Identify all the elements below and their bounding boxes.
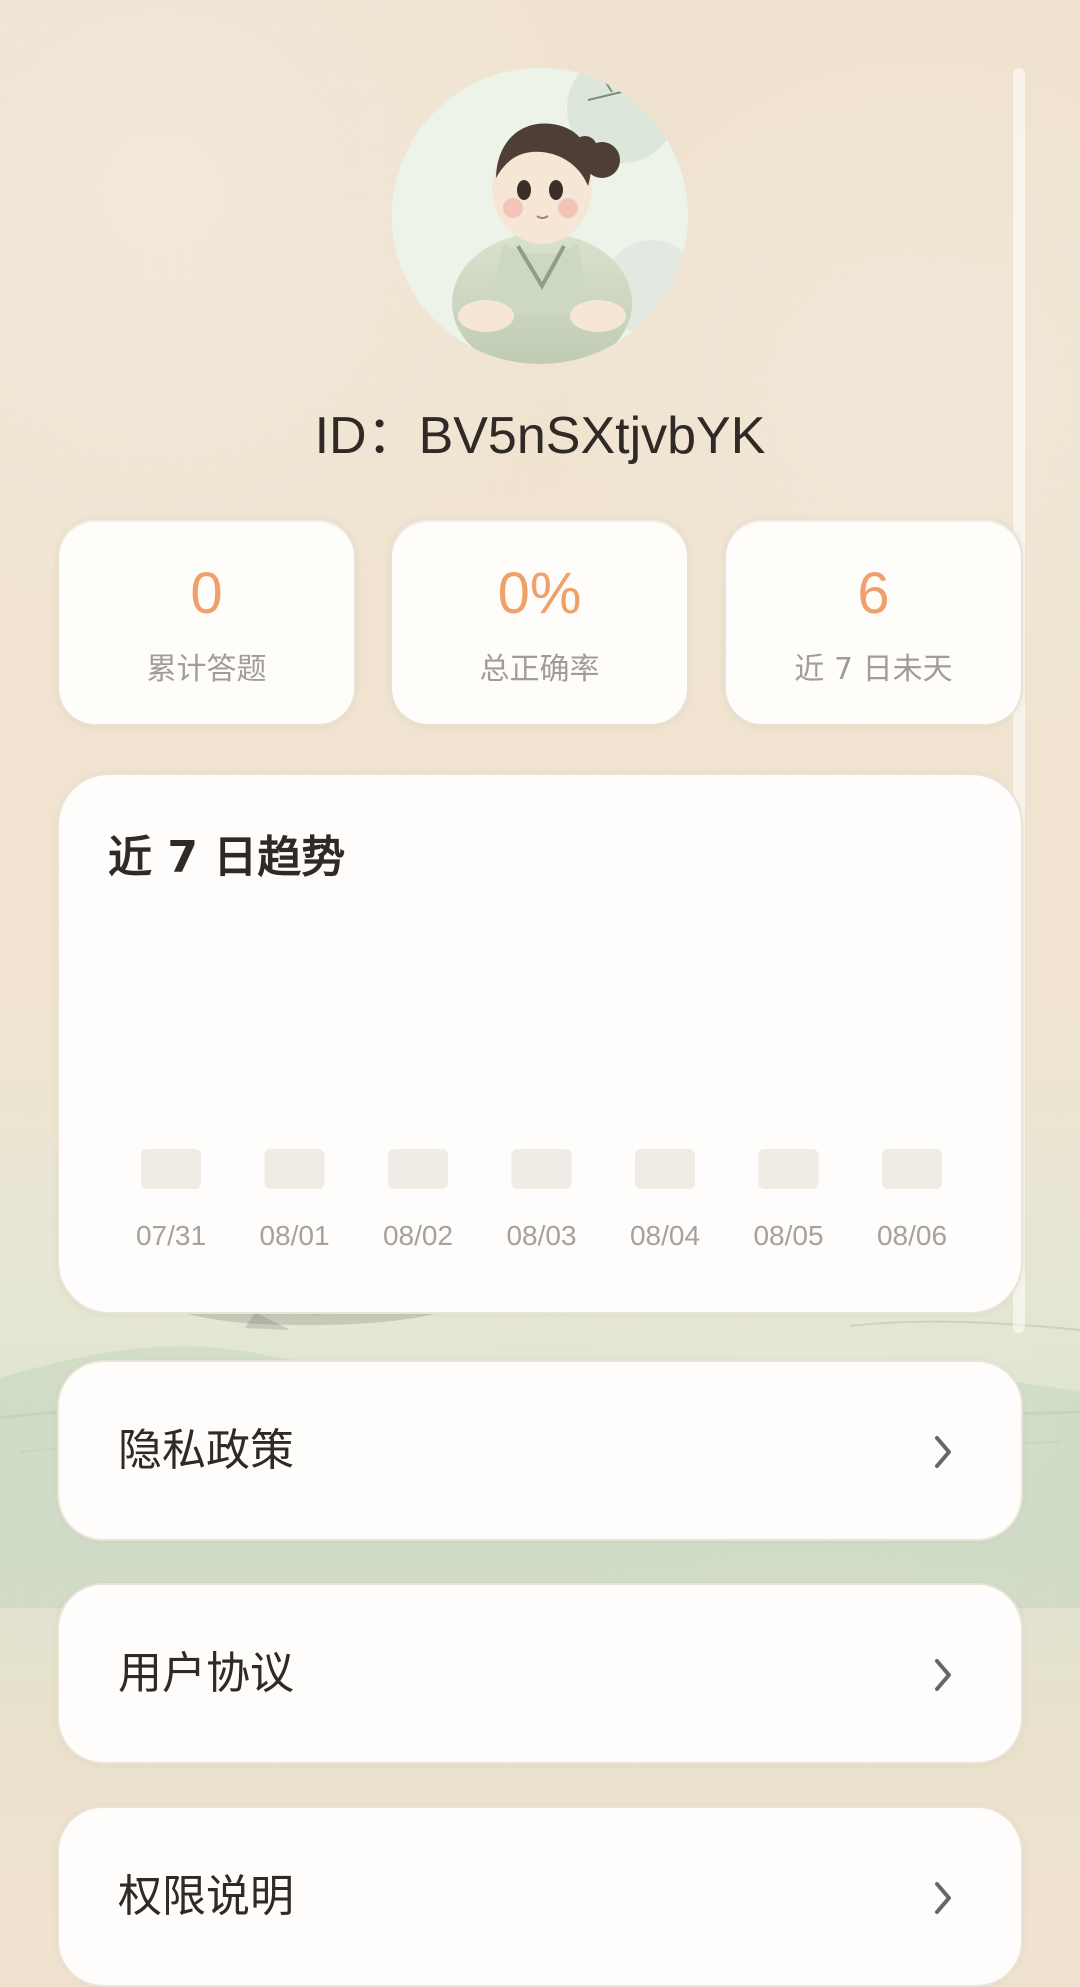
chevron-right-icon bbox=[935, 1659, 951, 1691]
avatar-illustration bbox=[392, 68, 688, 364]
trend-bar bbox=[758, 1149, 819, 1189]
trend-bar bbox=[511, 1149, 572, 1189]
trend-bar bbox=[635, 1149, 695, 1189]
trend-bar bbox=[141, 1149, 201, 1189]
trend-x-label: 08/01 bbox=[259, 1220, 329, 1251]
stat-card-recent-days: 6 近 7 日未天 bbox=[724, 518, 1023, 726]
trend-bar bbox=[882, 1149, 942, 1189]
trend-x-label: 08/06 bbox=[877, 1220, 947, 1251]
menu-item-label: 用户协议 bbox=[118, 1648, 294, 1699]
trend-x-label: 08/03 bbox=[506, 1220, 576, 1251]
stat-card-accuracy: 0% 总正确率 bbox=[390, 518, 689, 726]
user-id-text: ID：BV5nSXtjvbYK bbox=[314, 407, 766, 465]
menu-item-label: 权限说明 bbox=[118, 1871, 294, 1922]
menu-item-permissions[interactable]: 权限说明 bbox=[57, 1806, 1023, 1987]
stat-label: 近 7 日未天 bbox=[794, 652, 953, 687]
stat-card-total-questions: 0 累计答题 bbox=[57, 518, 356, 726]
trend-x-label: 07/31 bbox=[136, 1220, 206, 1251]
chevron-right-icon bbox=[935, 1436, 951, 1468]
trend-x-label: 08/02 bbox=[383, 1220, 453, 1251]
stat-value: 0% bbox=[497, 561, 582, 626]
trend-card: 近 7 日趋势 07/31 08/01 08/02 08/03 08/04 08/05 08… bbox=[57, 773, 1023, 1314]
menu-item-label: 隐私政策 bbox=[118, 1425, 294, 1476]
trend-bar bbox=[264, 1149, 325, 1189]
trend-bar bbox=[388, 1149, 448, 1189]
stat-value: 0 bbox=[190, 561, 223, 626]
stat-label: 累计答题 bbox=[146, 652, 267, 687]
stat-value: 6 bbox=[857, 561, 890, 626]
stat-label: 总正确率 bbox=[479, 652, 600, 687]
menu-item-user-agreement[interactable]: 用户协议 bbox=[57, 1583, 1023, 1764]
menu-item-privacy-policy[interactable]: 隐私政策 bbox=[57, 1360, 1023, 1541]
trend-chart: 07/31 08/01 08/02 08/03 08/04 08/05 08/06 bbox=[136, 1149, 947, 1251]
trend-x-label: 08/04 bbox=[630, 1220, 700, 1251]
chevron-right-icon bbox=[935, 1882, 951, 1914]
trend-x-label: 08/05 bbox=[753, 1220, 823, 1251]
avatar[interactable] bbox=[392, 68, 688, 364]
